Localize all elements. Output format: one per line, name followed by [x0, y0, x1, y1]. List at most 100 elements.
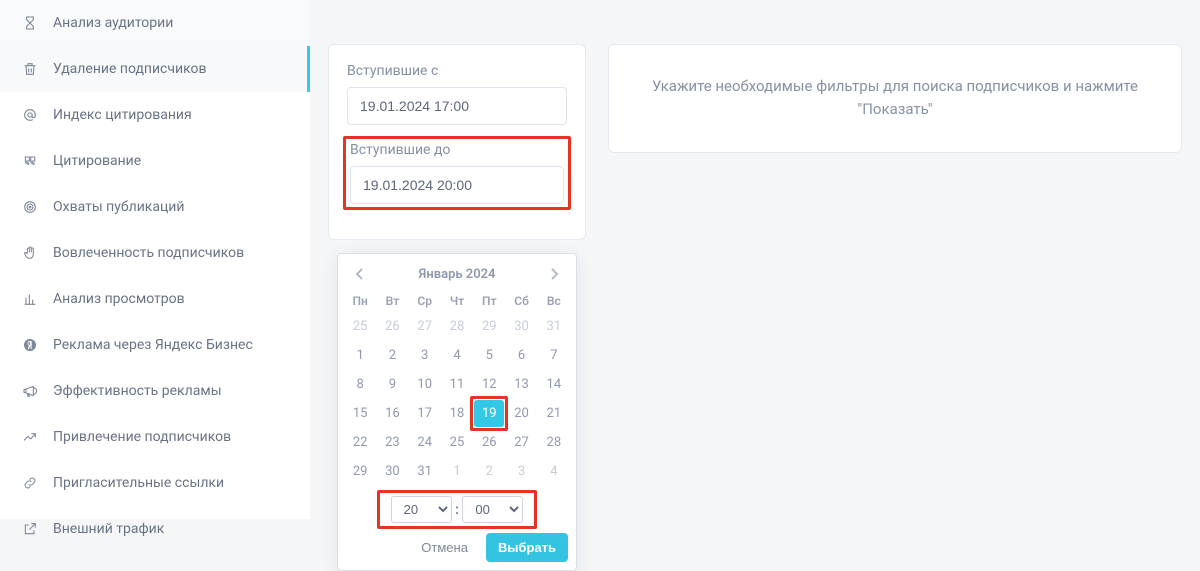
day-cell[interactable]: 29 [345, 458, 375, 485]
next-month-button[interactable] [544, 264, 564, 284]
cancel-button[interactable]: Отмена [409, 533, 480, 562]
day-cell[interactable]: 14 [539, 371, 569, 398]
day-cell[interactable]: 1 [442, 458, 472, 485]
sidebar-item-9[interactable]: Привлечение подписчиков [0, 414, 310, 460]
day-cell[interactable]: 27 [410, 313, 440, 340]
chart-icon [21, 290, 39, 308]
sidebar-item-11[interactable]: Внешний трафик [0, 506, 310, 552]
sidebar-item-label: Реклама через Яндекс Бизнес [53, 337, 253, 353]
sidebar-item-6[interactable]: Анализ просмотров [0, 276, 310, 322]
dow: Вт [376, 290, 408, 312]
datepicker-title: Январь 2024 [419, 267, 496, 282]
sidebar-item-label: Удаление подписчиков [53, 61, 207, 77]
sidebar-item-0[interactable]: Анализ аудитории [0, 0, 310, 46]
day-cell[interactable]: 26 [474, 429, 504, 456]
sidebar-item-7[interactable]: Реклама через Яндекс Бизнес [0, 322, 310, 368]
sidebar-item-8[interactable]: Эффективность рекламы [0, 368, 310, 414]
sidebar-item-10[interactable]: Пригласительные ссылки [0, 460, 310, 506]
day-cell[interactable]: 4 [442, 342, 472, 369]
sidebar-item-4[interactable]: Охваты публикаций [0, 184, 310, 230]
announce-icon [21, 382, 39, 400]
day-cell[interactable]: 6 [506, 342, 536, 369]
hand-icon [21, 244, 39, 262]
day-cell[interactable]: 31 [539, 313, 569, 340]
dow: Вс [538, 290, 570, 312]
to-input[interactable] [350, 166, 564, 204]
day-cell[interactable]: 24 [410, 429, 440, 456]
sidebar: Анализ аудитории Удаление подписчиков Инде… [0, 0, 310, 519]
day-cell[interactable]: 28 [442, 313, 472, 340]
day-cell[interactable]: 25 [442, 429, 472, 456]
day-cell[interactable]: 29 [474, 313, 504, 340]
trend-icon [21, 428, 39, 446]
datepicker: Январь 2024 ПнВтСрЧтПтСбВс 2526272829303… [337, 253, 577, 571]
day-cell[interactable]: 7 [539, 342, 569, 369]
yandex-icon [21, 336, 39, 354]
dow: Чт [441, 290, 473, 312]
trash-icon [21, 60, 39, 78]
hourglass-icon [21, 14, 39, 32]
day-cell[interactable]: 23 [377, 429, 407, 456]
sidebar-item-2[interactable]: Индекс цитирования [0, 92, 310, 138]
day-cell[interactable]: 26 [377, 313, 407, 340]
day-cell[interactable]: 20 [506, 400, 536, 427]
day-cell[interactable]: 2 [377, 342, 407, 369]
hint-card: Укажите необходимые фильтры для поиска п… [608, 44, 1182, 153]
dow: Сб [505, 290, 537, 312]
from-group: Вступившие с [347, 63, 567, 125]
filter-card: Вступившие с Вступившие до Январь 2024 П… [328, 44, 586, 240]
sidebar-item-label: Охваты публикаций [53, 199, 184, 215]
sidebar-item-label: Пригласительные ссылки [53, 475, 224, 491]
sidebar-item-label: Анализ просмотров [53, 291, 185, 307]
day-cell[interactable]: 25 [345, 313, 375, 340]
pick-button[interactable]: Выбрать [486, 533, 568, 562]
day-cell[interactable]: 16 [377, 400, 407, 427]
from-label: Вступившие с [347, 63, 567, 79]
sidebar-item-5[interactable]: Вовлеченность подписчиков [0, 230, 310, 276]
dow: Пн [344, 290, 376, 312]
day-cell[interactable]: 30 [506, 313, 536, 340]
sidebar-item-label: Эффективность рекламы [53, 383, 222, 399]
day-cell[interactable]: 17 [410, 400, 440, 427]
link-icon [21, 474, 39, 492]
day-cell[interactable]: 8 [345, 371, 375, 398]
sidebar-item-label: Цитирование [53, 153, 141, 169]
day-cell[interactable]: 22 [345, 429, 375, 456]
day-cell[interactable]: 27 [506, 429, 536, 456]
day-cell[interactable]: 15 [345, 400, 375, 427]
hint-text: Укажите необходимые фильтры для поиска п… [652, 77, 1138, 118]
day-cell[interactable]: 10 [410, 371, 440, 398]
sidebar-item-label: Привлечение подписчиков [53, 429, 231, 445]
day-cell[interactable]: 12 [474, 371, 504, 398]
day-cell[interactable]: 18 [442, 400, 472, 427]
time-colon: : [455, 502, 459, 518]
to-group: Вступившие до [347, 136, 567, 210]
sidebar-item-label: Анализ аудитории [53, 15, 173, 31]
day-cell[interactable]: 21 [539, 400, 569, 427]
day-cell[interactable]: 1 [345, 342, 375, 369]
sidebar-item-1[interactable]: Удаление подписчиков [0, 46, 310, 92]
external-icon [21, 520, 39, 538]
sidebar-item-3[interactable]: Цитирование [0, 138, 310, 184]
prev-month-button[interactable] [350, 264, 370, 284]
day-cell[interactable]: 9 [377, 371, 407, 398]
dow: Пт [473, 290, 505, 312]
sidebar-item-label: Индекс цитирования [53, 107, 192, 123]
from-input[interactable] [347, 87, 567, 125]
day-cell[interactable]: 3 [506, 458, 536, 485]
day-cell[interactable]: 31 [410, 458, 440, 485]
sidebar-item-label: Вовлеченность подписчиков [53, 245, 244, 261]
day-cell[interactable]: 5 [474, 342, 504, 369]
quote-icon [21, 152, 39, 170]
day-cell[interactable]: 28 [539, 429, 569, 456]
target-icon [21, 198, 39, 216]
day-cell[interactable]: 19 [474, 400, 504, 427]
dow: Ср [409, 290, 441, 312]
day-cell[interactable]: 3 [410, 342, 440, 369]
day-cell[interactable]: 11 [442, 371, 472, 398]
day-cell[interactable]: 2 [474, 458, 504, 485]
day-cell[interactable]: 30 [377, 458, 407, 485]
day-cell[interactable]: 4 [539, 458, 569, 485]
day-cell[interactable]: 13 [506, 371, 536, 398]
to-label: Вступившие до [350, 142, 564, 158]
